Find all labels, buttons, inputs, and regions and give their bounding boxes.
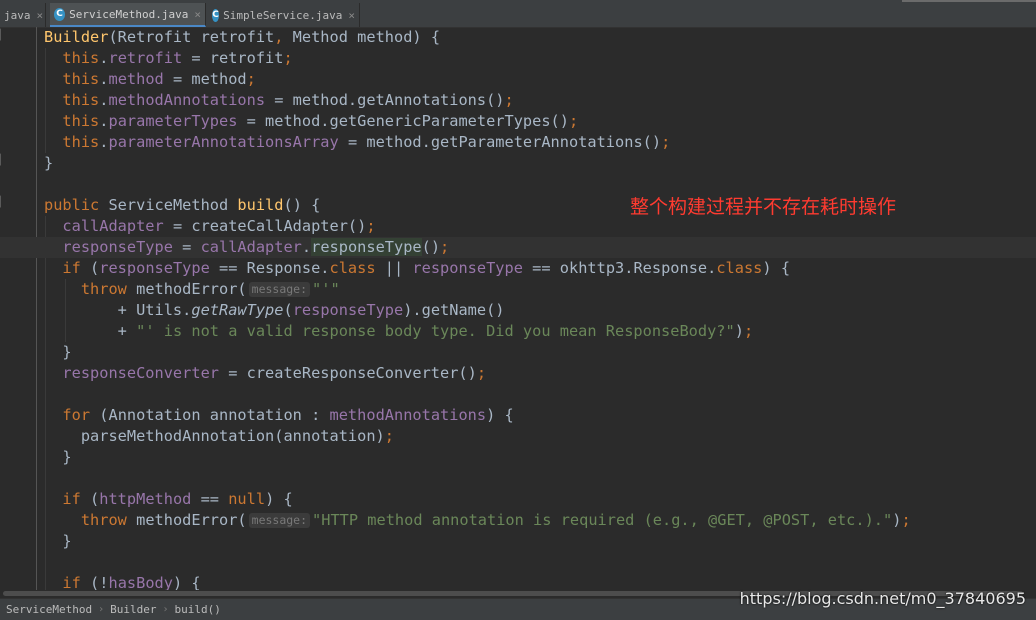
parameter-hint: message:	[248, 513, 311, 528]
tab-service-method[interactable]: C ServiceMethod.java ×	[50, 3, 206, 27]
code-line: + Utils.getRawType(responseType).getName…	[44, 301, 505, 319]
breadcrumb-method[interactable]: build()	[169, 603, 227, 616]
editor-tab-bar: java × C ServiceMethod.java × C SimpleSe…	[0, 0, 1036, 28]
code-line: }	[44, 448, 72, 466]
code-line: this.method = method;	[62, 70, 256, 88]
watermark: https://blog.csdn.net/m0_37840695	[739, 589, 1026, 608]
gutter-divider	[36, 27, 37, 590]
code-line: if (responseType == Response.class || re…	[62, 259, 791, 277]
code-line: public ServiceMethod build() {	[44, 196, 321, 214]
code-line: this.methodAnnotations = method.getAnnot…	[62, 91, 514, 109]
class-file-icon: C	[212, 8, 220, 22]
code-line: if (!hasBody) {	[62, 574, 201, 590]
breadcrumb-class[interactable]: ServiceMethod	[0, 603, 98, 616]
code-line: for (Annotation annotation : methodAnnot…	[62, 406, 514, 424]
code-line: }	[44, 154, 54, 172]
code-line: throw methodError(message: "'"	[80, 280, 340, 298]
code-line: responseConverter = createResponseConver…	[62, 364, 487, 382]
code-line: }	[44, 532, 72, 550]
close-icon[interactable]: ×	[194, 8, 201, 21]
code-line: if (httpMethod == null) {	[62, 490, 293, 508]
breadcrumb-builder[interactable]: Builder	[104, 603, 162, 616]
code-line: + "' is not a valid response body type. …	[44, 322, 754, 340]
code-line: this.retrofit = retrofit;	[62, 49, 293, 67]
window-edge	[902, 0, 1036, 2]
tab-simple-service[interactable]: C SimpleService.java ×	[208, 3, 360, 27]
code-line: this.parameterTypes = method.getGenericP…	[62, 112, 579, 130]
fold-icon[interactable]: ▏	[0, 197, 10, 208]
tab-label: SimpleService.java	[223, 8, 343, 22]
tab-label: ServiceMethod.java	[69, 7, 189, 21]
close-icon[interactable]: ×	[37, 9, 44, 22]
fold-icon[interactable]: ▏	[0, 30, 10, 41]
code-line: callAdapter = createCallAdapter();	[62, 217, 376, 235]
close-icon[interactable]: ×	[348, 9, 355, 22]
code-line: this.parameterAnnotationsArray = method.…	[62, 133, 671, 151]
parameter-hint: message:	[248, 282, 311, 297]
tab-label: java	[4, 8, 31, 22]
tab-java[interactable]: java ×	[0, 3, 46, 27]
code-line: responseType = callAdapter.responseType(…	[62, 238, 450, 256]
code-editor[interactable]: ▏ ▏ ▏ Builder(Retrofit retrofit, Method …	[0, 27, 1036, 590]
code-line: throw methodError(message: "HTTP method a…	[80, 511, 911, 529]
code-line: }	[44, 343, 72, 361]
code-line: parseMethodAnnotation(annotation);	[44, 427, 394, 445]
fold-icon[interactable]: ▏	[0, 155, 10, 166]
code-line: Builder(Retrofit retrofit, Method method…	[44, 28, 441, 46]
class-file-icon: C	[54, 7, 66, 21]
annotation-note: 整个构建过程并不存在耗时操作	[630, 196, 897, 218]
